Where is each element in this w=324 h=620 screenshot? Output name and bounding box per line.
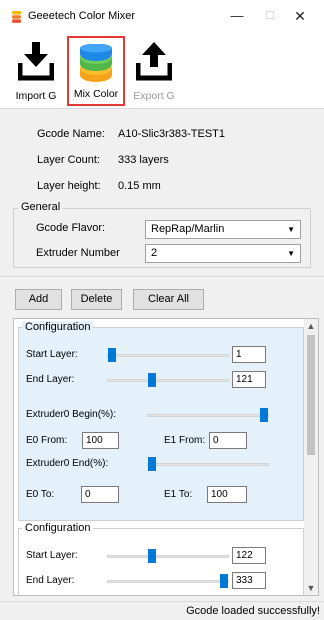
e1-from-label: E1 From: xyxy=(164,435,206,446)
start-layer-slider[interactable] xyxy=(107,348,229,362)
gcode-flavor-select[interactable]: RepRap/Marlin ▼ xyxy=(145,220,301,239)
mix-color-button[interactable]: Mix Color xyxy=(67,36,125,106)
e1-to-label: E1 To: xyxy=(164,489,193,500)
slider-thumb[interactable] xyxy=(148,457,156,471)
extruder0-end-slider[interactable] xyxy=(147,457,269,471)
general-group-title: General xyxy=(18,201,64,213)
end-layer-label: End Layer: xyxy=(26,575,75,586)
section-divider xyxy=(0,276,324,277)
mix-color-label: Mix Color xyxy=(73,88,119,100)
start-layer-slider[interactable] xyxy=(107,549,229,563)
slider-thumb[interactable] xyxy=(260,408,268,422)
scroll-down-icon[interactable]: ▼ xyxy=(304,581,318,595)
end-layer-slider[interactable] xyxy=(107,574,229,588)
extruder0-begin-slider[interactable] xyxy=(147,408,269,422)
extruder0-end-label: Extruder0 End(%): xyxy=(26,458,109,469)
toolbar: Import G Mix Color Export G xyxy=(0,32,324,108)
title-bar: Geeetech Color Mixer — ☐ ✕ xyxy=(0,0,324,32)
export-icon xyxy=(136,42,172,81)
clear-all-button[interactable]: Clear All xyxy=(133,289,204,310)
layer-count-label: Layer Count: xyxy=(37,154,100,166)
e0-from-label: E0 From: xyxy=(26,435,68,446)
scrollbar-thumb[interactable] xyxy=(307,335,315,455)
import-icon xyxy=(18,42,54,81)
configuration-group[interactable]: Configuration Start Layer: 1 End Layer: … xyxy=(18,321,304,521)
slider-thumb[interactable] xyxy=(108,348,116,362)
gcode-flavor-label: Gcode Flavor: xyxy=(36,222,106,234)
start-layer-input[interactable]: 122 xyxy=(232,547,266,564)
add-button[interactable]: Add xyxy=(15,289,62,310)
window-title: Geeetech Color Mixer xyxy=(28,10,135,22)
extruder-number-value: 2 xyxy=(151,247,158,259)
layer-height-label: Layer height: xyxy=(37,180,101,192)
export-label: Export G xyxy=(133,90,175,102)
close-button[interactable]: ✕ xyxy=(285,4,315,28)
configuration-title: Configuration xyxy=(22,321,94,333)
status-bar: Gcode loaded successfully! xyxy=(0,602,324,620)
end-layer-input[interactable]: 121 xyxy=(232,371,266,388)
gcode-name-value: A10-Slic3r383-TEST1 xyxy=(118,128,225,140)
dropdown-arrow-icon: ▼ xyxy=(287,225,295,234)
slider-thumb[interactable] xyxy=(148,549,156,563)
start-layer-input[interactable]: 1 xyxy=(232,346,266,363)
e1-from-input[interactable]: 0 xyxy=(209,432,247,449)
scroll-up-icon[interactable]: ▲ xyxy=(304,319,318,333)
toolbar-divider xyxy=(0,108,324,109)
extruder-number-label: Extruder Number xyxy=(36,247,120,259)
slider-thumb[interactable] xyxy=(220,574,228,588)
gcode-name-label: Gcode Name: xyxy=(37,128,105,140)
database-icon xyxy=(80,44,112,82)
start-layer-label: Start Layer: xyxy=(26,550,78,561)
configuration-title: Configuration xyxy=(22,522,94,534)
import-label: Import G xyxy=(15,90,57,102)
app-database-icon xyxy=(12,11,21,23)
maximize-button[interactable]: ☐ xyxy=(255,4,285,28)
vertical-scrollbar[interactable]: ▲ ▼ xyxy=(304,319,318,595)
e1-to-input[interactable]: 100 xyxy=(207,486,247,503)
minimize-button[interactable]: — xyxy=(222,4,252,28)
status-message: Gcode loaded successfully! xyxy=(186,605,320,617)
extruder0-begin-label: Extruder0 Begin(%): xyxy=(26,409,117,420)
e0-from-input[interactable]: 100 xyxy=(82,432,119,449)
gcode-flavor-value: RepRap/Marlin xyxy=(151,223,225,235)
configuration-group[interactable]: Configuration Start Layer: 122 End Layer… xyxy=(18,522,304,595)
delete-button[interactable]: Delete xyxy=(71,289,122,310)
slider-thumb[interactable] xyxy=(148,373,156,387)
configuration-list[interactable]: Configuration Start Layer: 1 End Layer: … xyxy=(13,318,319,596)
import-gcode-button[interactable]: Import G xyxy=(10,36,62,106)
dropdown-arrow-icon: ▼ xyxy=(287,249,295,258)
e0-to-label: E0 To: xyxy=(26,489,55,500)
e0-to-input[interactable]: 0 xyxy=(81,486,119,503)
end-layer-input[interactable]: 333 xyxy=(232,572,266,589)
layer-height-value: 0.15 mm xyxy=(118,180,161,192)
export-gcode-button[interactable]: Export G xyxy=(128,36,180,106)
general-group: General Gcode Flavor: RepRap/Marlin ▼ Ex… xyxy=(13,201,311,268)
end-layer-label: End Layer: xyxy=(26,374,75,385)
layer-count-value: 333 layers xyxy=(118,154,169,166)
end-layer-slider[interactable] xyxy=(107,373,229,387)
extruder-number-select[interactable]: 2 ▼ xyxy=(145,244,301,263)
start-layer-label: Start Layer: xyxy=(26,349,78,360)
